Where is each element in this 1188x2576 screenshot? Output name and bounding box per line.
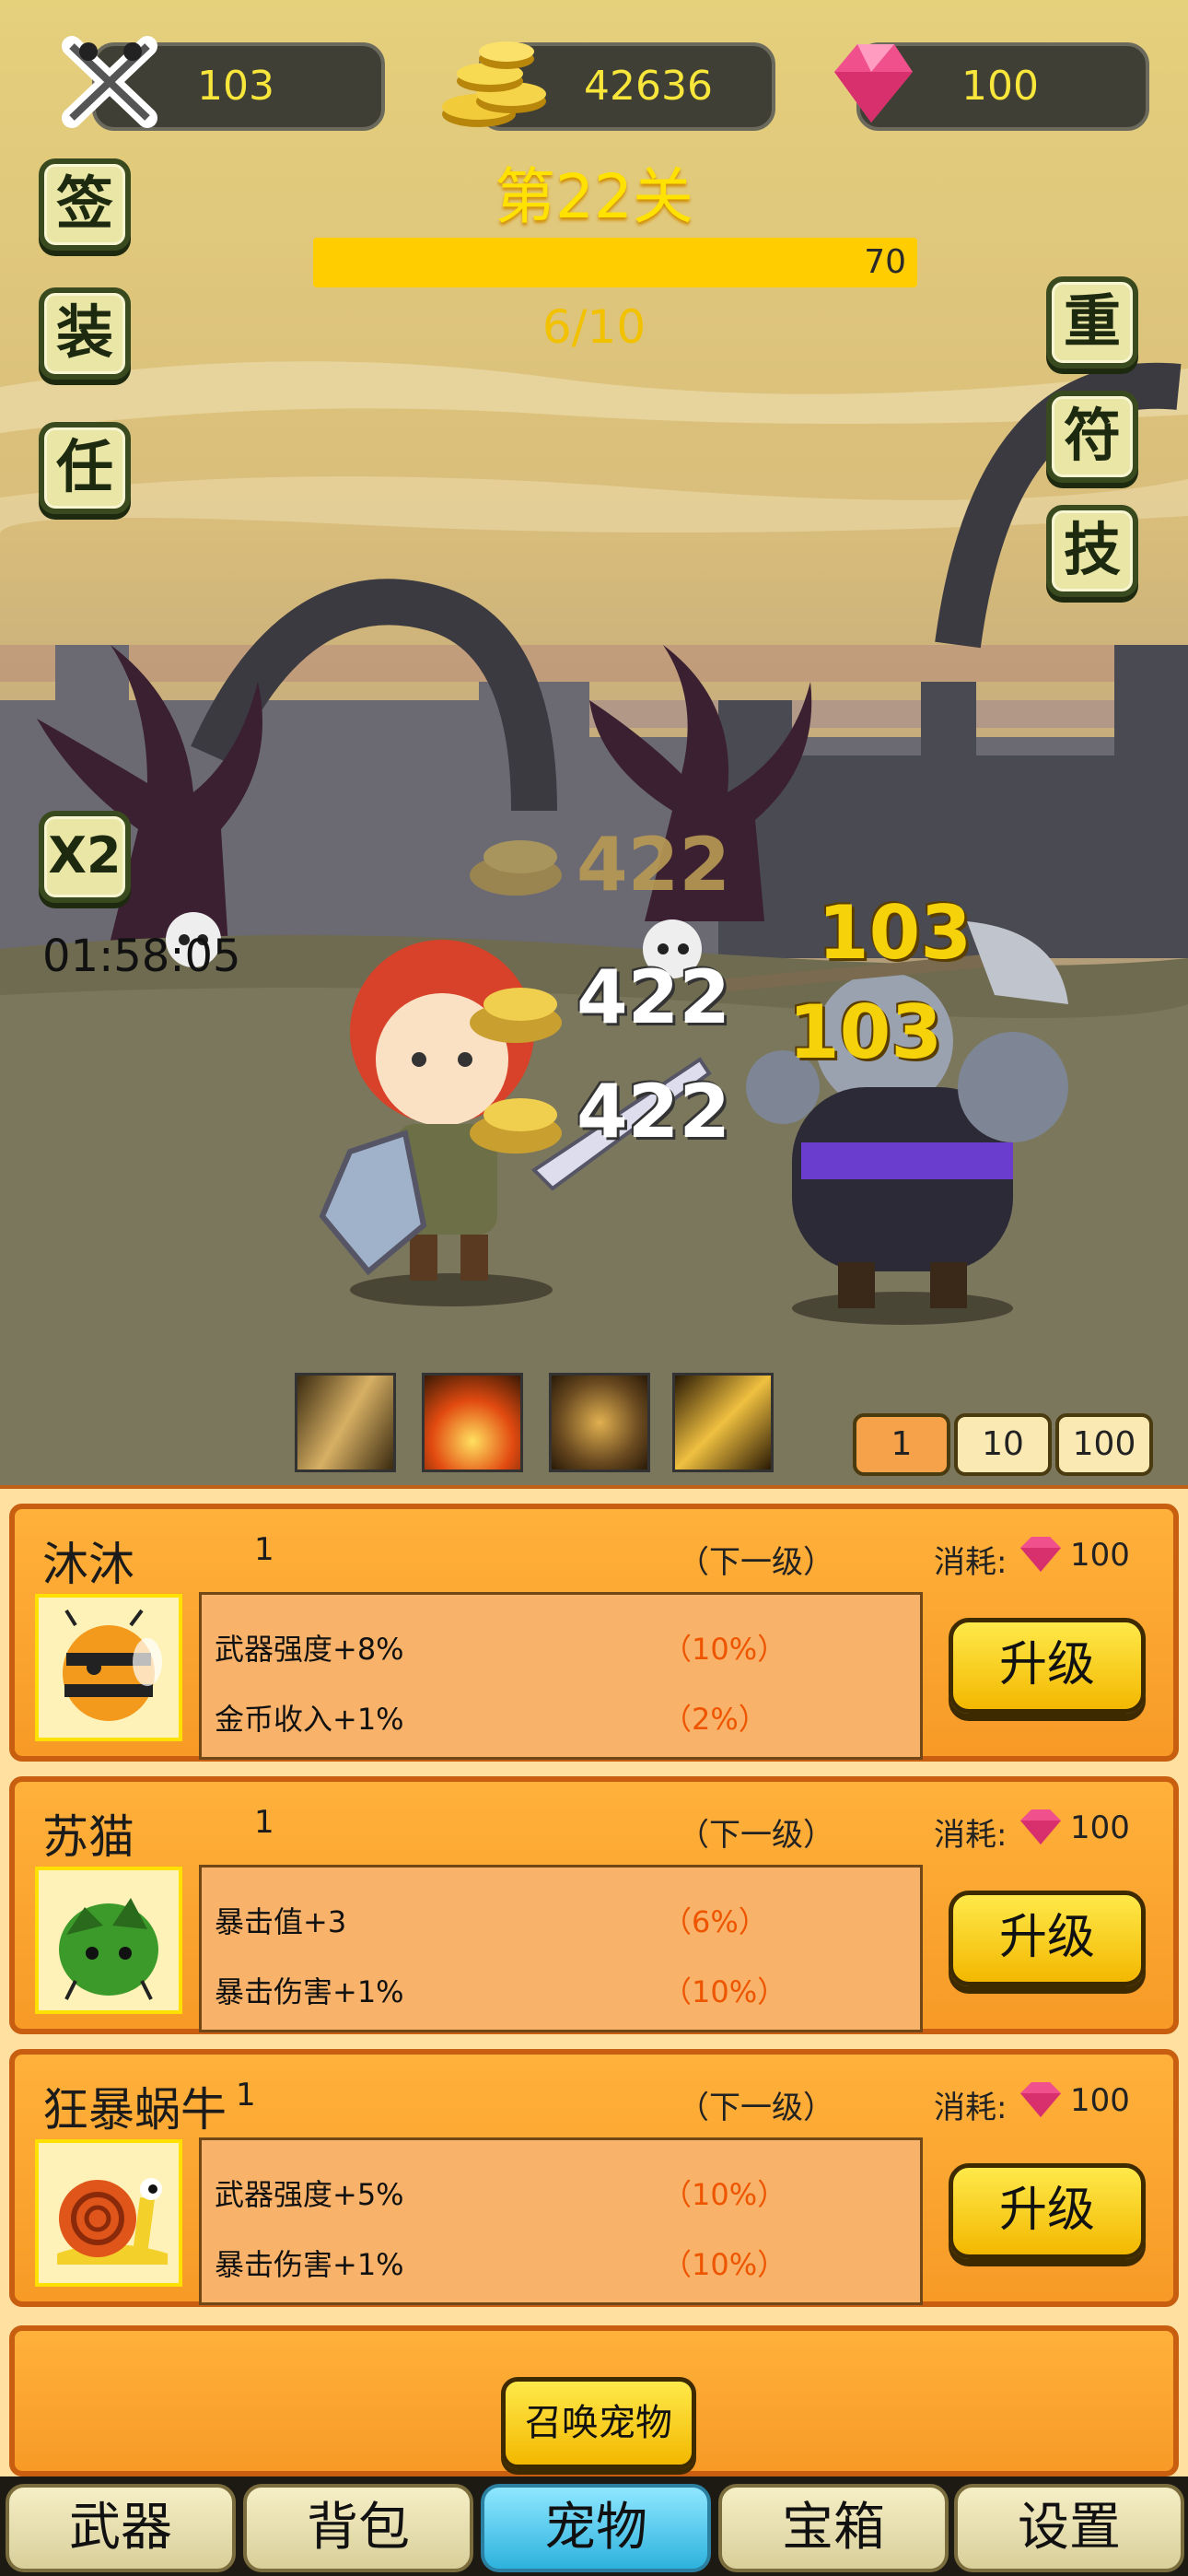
cost-label: 消耗: bbox=[934, 1817, 1007, 1854]
sign-in-button[interactable]: 签 bbox=[39, 158, 131, 251]
cost-label: 消耗: bbox=[934, 2090, 1007, 2126]
snail-pet-icon bbox=[35, 2139, 182, 2287]
pet-panel: 沐沐 1 （下一级） 消耗: 100 武器强度+8% （10%） 金币收入+1%… bbox=[0, 1485, 1188, 2476]
damage-number: 103 bbox=[788, 989, 942, 1075]
task-button[interactable]: 任 bbox=[39, 422, 131, 514]
gold-skill-icon[interactable] bbox=[549, 1373, 650, 1472]
stat-label: 金币收入+1% bbox=[215, 1702, 404, 1737]
pet-level: 1 bbox=[254, 1804, 274, 1841]
summon-card: 召唤宠物 bbox=[9, 2325, 1179, 2476]
stat-next-value: （6%） bbox=[662, 1904, 768, 1939]
equipment-button[interactable]: 装 bbox=[39, 287, 131, 380]
cost-label: 消耗: bbox=[934, 1544, 1007, 1581]
multiplier-1-button[interactable]: 1 bbox=[853, 1413, 950, 1476]
tab-chests[interactable]: 宝箱 bbox=[718, 2484, 949, 2572]
gold-coins-icon bbox=[442, 41, 546, 127]
damage-number: 422 bbox=[577, 954, 730, 1040]
stage-title: 第22关 bbox=[495, 161, 693, 232]
cost-value: 100 bbox=[1070, 2082, 1130, 2119]
pet-level: 1 bbox=[236, 2077, 256, 2113]
gold-value: 42636 bbox=[584, 63, 713, 110]
pet-name: 苏猫 bbox=[42, 1810, 134, 1864]
pet-stats-box: 武器强度+5% （10%） 暴击伤害+1% （10%） bbox=[199, 2137, 923, 2305]
stat-next-value: （2%） bbox=[662, 1702, 768, 1737]
summon-pet-button[interactable]: 召唤宠物 bbox=[501, 2377, 696, 2469]
pet-card: 狂暴蜗牛 1 （下一级） 消耗: 100 武器强度+5% （10%） 暴击伤害+… bbox=[9, 2049, 1179, 2307]
stat-next-value: （10%） bbox=[662, 1974, 787, 2009]
reset-button[interactable]: 重 bbox=[1046, 276, 1138, 369]
boost-timer: 01:58:05 bbox=[42, 931, 241, 982]
wave-counter: 6/10 bbox=[542, 300, 646, 354]
tab-backpack[interactable]: 背包 bbox=[243, 2484, 473, 2572]
pink-gem-icon bbox=[1020, 1537, 1061, 1572]
multiplier-100-button[interactable]: 100 bbox=[1055, 1413, 1153, 1476]
tab-settings[interactable]: 设置 bbox=[954, 2484, 1184, 2572]
bottom-tab-bar: 武器 背包 宠物 宝箱 设置 bbox=[0, 2476, 1188, 2576]
tab-pets[interactable]: 宠物 bbox=[481, 2484, 711, 2572]
crossed-swords-icon bbox=[62, 36, 157, 128]
cost-value: 100 bbox=[1070, 1537, 1130, 1574]
green-blob-pet-icon bbox=[35, 1867, 182, 2014]
enemy-hp-bar: 70 bbox=[313, 238, 917, 287]
rune-button[interactable]: 符 bbox=[1046, 391, 1138, 483]
fire-skill-icon[interactable] bbox=[422, 1373, 523, 1472]
multiplier-10-button[interactable]: 10 bbox=[954, 1413, 1052, 1476]
stat-next-value: （10%） bbox=[662, 1632, 787, 1667]
damage-number: 103 bbox=[818, 890, 972, 976]
pink-gem-icon bbox=[1020, 1809, 1061, 1844]
next-level-label: （下一级） bbox=[678, 1817, 834, 1854]
pet-card: 沐沐 1 （下一级） 消耗: 100 武器强度+8% （10%） 金币收入+1%… bbox=[9, 1504, 1179, 1762]
next-level-label: （下一级） bbox=[678, 1544, 834, 1581]
damage-number: 422 bbox=[577, 1069, 730, 1154]
stat-label: 暴击伤害+1% bbox=[215, 1974, 404, 2009]
weapon-power-value: 103 bbox=[197, 63, 274, 110]
pink-gem-icon bbox=[834, 44, 913, 123]
damage-number: 422 bbox=[577, 822, 730, 907]
slash-skill-icon[interactable] bbox=[295, 1373, 396, 1472]
stat-label: 武器强度+5% bbox=[215, 2177, 404, 2212]
stat-label: 暴击伤害+1% bbox=[215, 2247, 404, 2282]
upgrade-button[interactable]: 升级 bbox=[949, 1891, 1146, 1986]
pet-level: 1 bbox=[254, 1531, 274, 1568]
tab-weapons[interactable]: 武器 bbox=[6, 2484, 236, 2572]
stat-next-value: （10%） bbox=[662, 2247, 787, 2282]
bee-pet-icon bbox=[35, 1594, 182, 1741]
pet-name: 沐沐 bbox=[42, 1538, 134, 1591]
pet-card: 苏猫 1 （下一级） 消耗: 100 暴击值+3 （6%） 暴击伤害+1% （1… bbox=[9, 1776, 1179, 2034]
lightning-skill-icon[interactable] bbox=[672, 1373, 774, 1472]
cost-value: 100 bbox=[1070, 1809, 1130, 1846]
skill-button[interactable]: 技 bbox=[1046, 505, 1138, 597]
pet-stats-box: 暴击值+3 （6%） 暴击伤害+1% （10%） bbox=[199, 1865, 923, 2032]
gem-value: 100 bbox=[961, 63, 1039, 110]
enemy-hp-value: 70 bbox=[864, 243, 906, 281]
upgrade-button[interactable]: 升级 bbox=[949, 2163, 1146, 2259]
pet-name: 狂暴蜗牛 bbox=[42, 2083, 227, 2137]
stat-label: 暴击值+3 bbox=[215, 1904, 347, 1939]
pet-stats-box: 武器强度+8% （10%） 金币收入+1% （2%） bbox=[199, 1592, 923, 1760]
pink-gem-icon bbox=[1020, 2082, 1061, 2117]
next-level-label: （下一级） bbox=[678, 2090, 834, 2126]
double-speed-button[interactable]: X2 bbox=[39, 811, 131, 903]
stat-label: 武器强度+8% bbox=[215, 1632, 404, 1667]
upgrade-button[interactable]: 升级 bbox=[949, 1618, 1146, 1714]
stat-next-value: （10%） bbox=[662, 2177, 787, 2212]
